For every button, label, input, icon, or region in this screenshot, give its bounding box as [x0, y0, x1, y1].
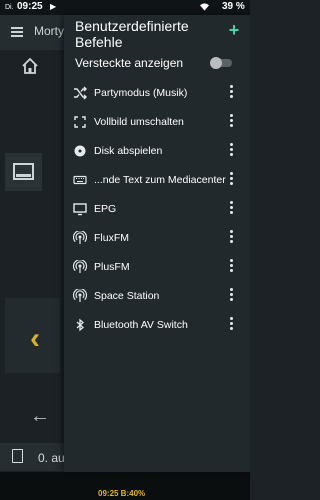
more-vert-icon[interactable] [229, 288, 235, 304]
more-vert-icon[interactable] [229, 172, 235, 188]
add-command-button[interactable]: + [224, 20, 244, 41]
radio-icon [72, 259, 88, 274]
more-vert-icon[interactable] [229, 143, 235, 159]
command-item[interactable]: ...nde Text zum Mediacenter [64, 166, 250, 195]
file-icon [12, 449, 23, 463]
menu-icon[interactable] [11, 27, 23, 37]
command-label: PlusFM [94, 261, 130, 273]
command-label: Vollbild umschalten [94, 116, 184, 128]
tv-icon [73, 202, 87, 216]
command-label: Space Station [94, 290, 160, 302]
command-list: Partymodus (Musik) Vollbild umschalten Dis… [64, 79, 250, 340]
status-bar: Di. 09:25 ▶ 39 % [0, 0, 250, 15]
more-vert-icon[interactable] [229, 114, 235, 130]
command-item[interactable]: Disk abspielen [64, 137, 250, 166]
remote-tile[interactable] [5, 153, 42, 191]
command-item[interactable]: PlusFM [64, 253, 250, 282]
chevron-left-icon[interactable]: ‹ [30, 322, 40, 356]
command-item[interactable]: EPG [64, 195, 250, 224]
command-label: Disk abspielen [94, 145, 163, 157]
fullscreen-icon [73, 115, 87, 129]
back-arrow-icon[interactable]: ← [30, 405, 50, 428]
shuffle-icon [73, 86, 87, 100]
more-vert-icon[interactable] [229, 259, 235, 275]
command-label: Partymodus (Musik) [94, 87, 188, 99]
command-item[interactable]: Bluetooth AV Switch [64, 311, 250, 340]
command-item[interactable]: Vollbild umschalten [64, 108, 250, 137]
nav-clock: 09:25 B:40% [98, 489, 146, 498]
radio-icon [72, 288, 88, 303]
command-label: EPG [94, 203, 117, 215]
command-item[interactable]: Space Station [64, 282, 250, 311]
app-title: Morty [34, 24, 64, 38]
status-day: Di. [5, 4, 14, 11]
drawer-title: Benutzerdefinierte Befehle [75, 18, 189, 50]
command-label: ...nde Text zum Mediacenter [94, 174, 226, 186]
command-item[interactable]: Partymodus (Musik) [64, 79, 250, 108]
screen-icon [13, 163, 34, 180]
more-vert-icon[interactable] [229, 230, 235, 246]
bluetooth-icon [73, 318, 87, 332]
show-hidden-label: Versteckte anzeigen [75, 56, 184, 70]
now-playing-text: 0. au [38, 451, 65, 465]
home-icon[interactable] [21, 57, 39, 75]
custom-commands-drawer: Benutzerdefinierte Befehle + Versteckte … [64, 15, 250, 472]
command-label: FluxFM [94, 232, 129, 244]
radio-icon [72, 230, 88, 245]
drawer-header: Benutzerdefinierte Befehle + Versteckte … [64, 15, 250, 79]
command-label: Bluetooth AV Switch [94, 319, 188, 331]
play-icon: ▶ [50, 2, 57, 11]
disc-icon [73, 144, 87, 158]
status-time: 09:25 [17, 1, 43, 12]
more-vert-icon[interactable] [229, 317, 235, 333]
show-hidden-toggle[interactable] [210, 57, 234, 69]
more-vert-icon[interactable] [229, 201, 235, 217]
wifi-icon [200, 3, 209, 11]
keyboard-icon [73, 173, 87, 187]
more-vert-icon[interactable] [229, 85, 235, 101]
status-battery: 39 % [222, 1, 245, 12]
screen: Di. 09:25 ▶ 39 % Morty ‹ ← 0. au 09:25 B… [0, 0, 250, 500]
command-item[interactable]: FluxFM [64, 224, 250, 253]
